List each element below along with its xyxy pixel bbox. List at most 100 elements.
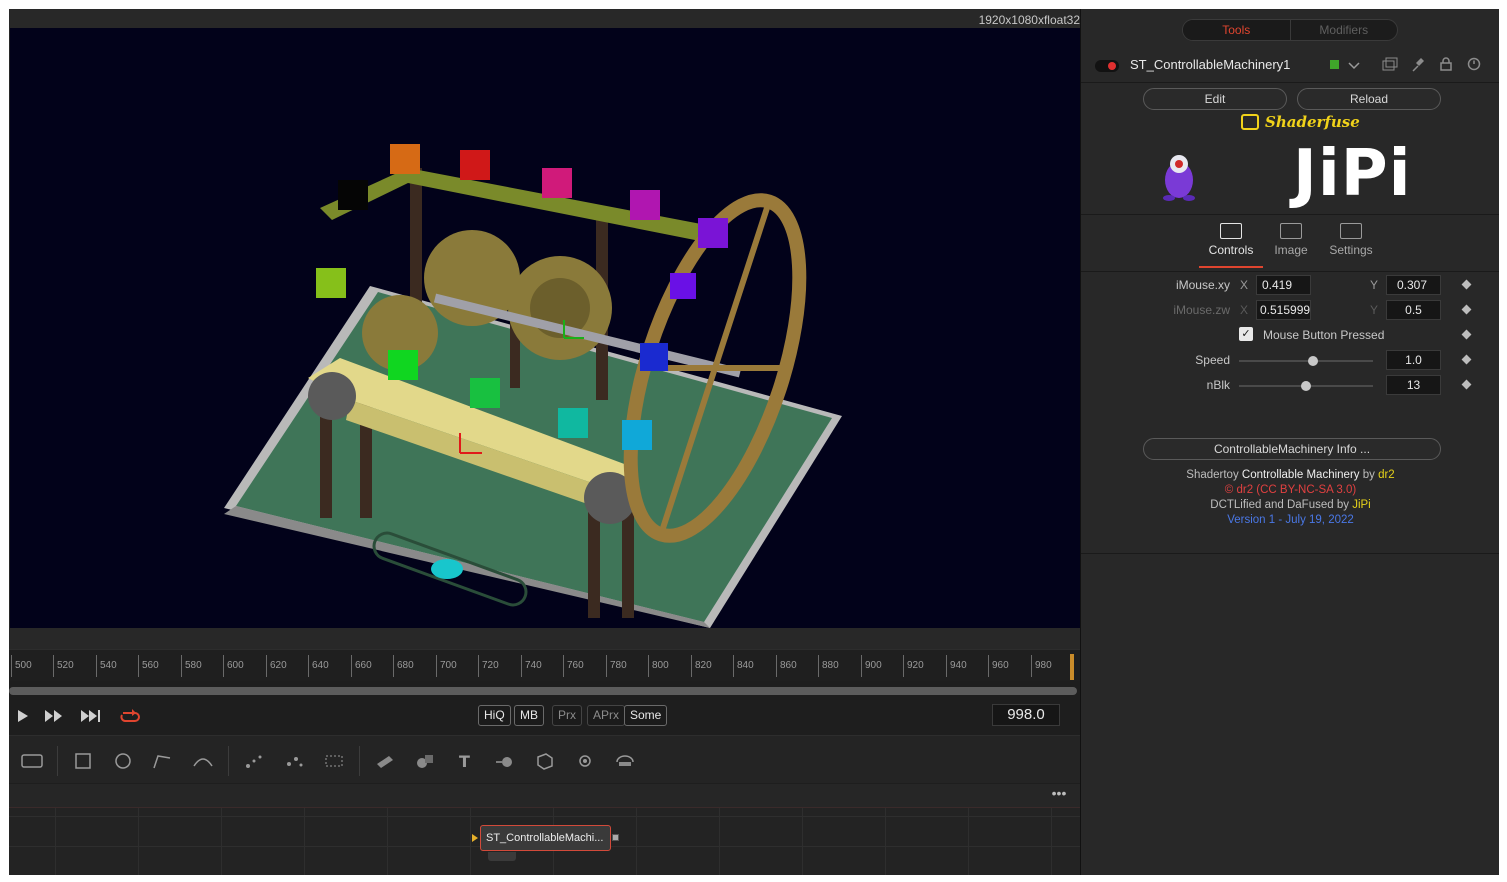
brand-label: Shaderfuse — [1265, 113, 1360, 131]
particle-emitter-icon[interactable] — [239, 746, 269, 776]
node-input-triangle[interactable] — [472, 834, 478, 842]
time-scrollbar[interactable] — [9, 687, 1077, 695]
keyframe-diamond-icon[interactable] — [1461, 304, 1472, 315]
toolbar-divider — [359, 746, 360, 776]
node-output-port[interactable] — [612, 834, 619, 841]
tick-label: 600 — [223, 655, 244, 677]
skip-to-end-icon[interactable] — [79, 705, 103, 727]
loop-icon[interactable] — [118, 705, 142, 727]
chevron-down-icon[interactable] — [1345, 57, 1363, 75]
current-frame-field[interactable]: 998.0 — [992, 704, 1060, 726]
timeline-ruler[interactable]: 500 520 540 560 580 600 620 640 660 680 … — [9, 649, 1080, 681]
light-3d-icon[interactable] — [570, 746, 600, 776]
tick-label: 560 — [138, 655, 159, 677]
tool-name: ST_ControllableMachinery1 — [1130, 57, 1291, 72]
auto-proxy-toggle[interactable]: APrx — [587, 705, 626, 726]
mouse-button-checkbox[interactable]: ✓ — [1239, 327, 1253, 341]
tool-header: ST_ControllableMachinery1 — [1081, 49, 1499, 83]
fuse-node[interactable]: ST_ControllableMachi... — [480, 825, 611, 851]
tool-enable-toggle[interactable] — [1095, 60, 1119, 72]
info-button[interactable]: ControllableMachinery Info ... — [1143, 438, 1441, 460]
motion-blur-toggle[interactable]: MB — [514, 705, 544, 726]
nblk-slider[interactable] — [1239, 381, 1373, 391]
tick-label: 580 — [181, 655, 202, 677]
reset-icon[interactable] — [1465, 57, 1483, 75]
tick-label: 680 — [393, 655, 414, 677]
shadertoy-link[interactable]: Controllable Machinery — [1242, 469, 1360, 481]
camera-3d-icon[interactable] — [530, 746, 560, 776]
proxy-toggle[interactable]: Prx — [552, 705, 582, 726]
node-flow[interactable]: ST_ControllableMachi... — [9, 808, 1080, 875]
shape-3d-icon[interactable] — [410, 746, 440, 776]
hiq-toggle[interactable]: HiQ — [478, 705, 511, 726]
background-tool-icon[interactable] — [17, 746, 47, 776]
controls-icon — [1220, 223, 1242, 239]
edit-button[interactable]: Edit — [1143, 88, 1287, 110]
tab-settings[interactable]: Settings — [1321, 223, 1381, 257]
speed-label: Speed — [1195, 353, 1230, 367]
more-options-icon[interactable]: ••• — [1044, 786, 1074, 806]
keyframe-diamond-icon[interactable] — [1461, 354, 1472, 365]
particle-group-icon[interactable] — [319, 746, 349, 776]
tick-label: 860 — [776, 655, 797, 677]
imouse-zw-row: iMouse.zw X 0.515999 Y 0.5 — [1081, 300, 1499, 322]
imouse-w-field[interactable]: 0.5 — [1386, 300, 1441, 320]
nblk-field[interactable]: 13 — [1386, 375, 1441, 395]
keyframe-diamond-icon[interactable] — [1461, 329, 1472, 340]
polygon-mask-icon[interactable] — [148, 746, 178, 776]
tab-tools[interactable]: Tools — [1183, 20, 1291, 40]
tab-controls[interactable]: Controls — [1199, 223, 1263, 268]
tick-label: 820 — [691, 655, 712, 677]
speed-slider[interactable] — [1239, 356, 1373, 366]
keyframe-diamond-icon[interactable] — [1461, 379, 1472, 390]
particle-render-icon[interactable] — [279, 746, 309, 776]
tab-modifiers[interactable]: Modifiers — [1291, 20, 1398, 40]
play-icon[interactable] — [11, 705, 35, 727]
tick-label: 500 — [11, 655, 32, 677]
text-3d-icon[interactable]: T — [450, 746, 480, 776]
imouse-x-field[interactable]: 0.419 — [1256, 275, 1311, 295]
inspector-tabs: Tools Modifiers — [1182, 19, 1398, 41]
selective-update-toggle[interactable]: Some — [624, 705, 668, 726]
version-icon[interactable] — [1381, 57, 1399, 75]
pin-icon[interactable] — [1409, 57, 1427, 75]
imouse-xy-label: iMouse.xy — [1175, 278, 1230, 292]
speed-field[interactable]: 1.0 — [1386, 350, 1441, 370]
speed-slider-knob[interactable] — [1307, 356, 1318, 366]
credits: Shadertoy Controllable Machinery by dr2 … — [1081, 468, 1499, 528]
tick-label: 960 — [988, 655, 1009, 677]
tick-label: 780 — [606, 655, 627, 677]
ellipse-mask-icon[interactable] — [108, 746, 138, 776]
image-plane-3d-icon[interactable] — [370, 746, 400, 776]
playhead[interactable] — [1070, 654, 1074, 680]
merge-3d-icon[interactable] — [490, 746, 520, 776]
imouse-y-field[interactable]: 0.307 — [1386, 275, 1441, 295]
bspline-mask-icon[interactable] — [188, 746, 218, 776]
toolbar-divider — [57, 746, 58, 776]
version-link[interactable]: Version 1 - July 19, 2022 — [1081, 513, 1499, 528]
viewer: 1920x1080xfloat32 — [9, 9, 1080, 649]
keyframe-diamond-icon[interactable] — [1461, 279, 1472, 290]
lock-icon[interactable] — [1437, 57, 1455, 75]
renderer-3d-icon[interactable] — [610, 746, 640, 776]
author-link[interactable]: dr2 — [1378, 469, 1395, 481]
node-expander[interactable] — [488, 852, 516, 861]
jipi-logo: JiPi — [1293, 137, 1412, 211]
rectangle-mask-icon[interactable] — [68, 746, 98, 776]
tab-image[interactable]: Image — [1261, 223, 1321, 257]
imouse-z-field[interactable]: 0.515999 — [1256, 300, 1311, 320]
nblk-slider-knob[interactable] — [1301, 381, 1311, 391]
inspector-divider — [1081, 553, 1499, 554]
tool-color-swatch[interactable] — [1330, 60, 1339, 69]
speed-row: Speed 1.0 — [1081, 350, 1499, 372]
mouse-button-label: Mouse Button Pressed — [1263, 328, 1385, 342]
credits-text: DCTLified and DaFused by — [1210, 499, 1353, 511]
tick-label: 840 — [733, 655, 754, 677]
reload-button[interactable]: Reload — [1297, 88, 1441, 110]
tab-label: Controls — [1208, 243, 1254, 257]
jipi-link[interactable]: JiPi — [1352, 499, 1371, 511]
fast-forward-icon[interactable] — [42, 705, 66, 727]
viewer-resolution: 1920x1080xfloat32 — [978, 13, 1080, 27]
license-link[interactable]: © dr2 (CC BY-NC-SA 3.0) — [1081, 483, 1499, 498]
render-viewport[interactable] — [10, 28, 1080, 628]
